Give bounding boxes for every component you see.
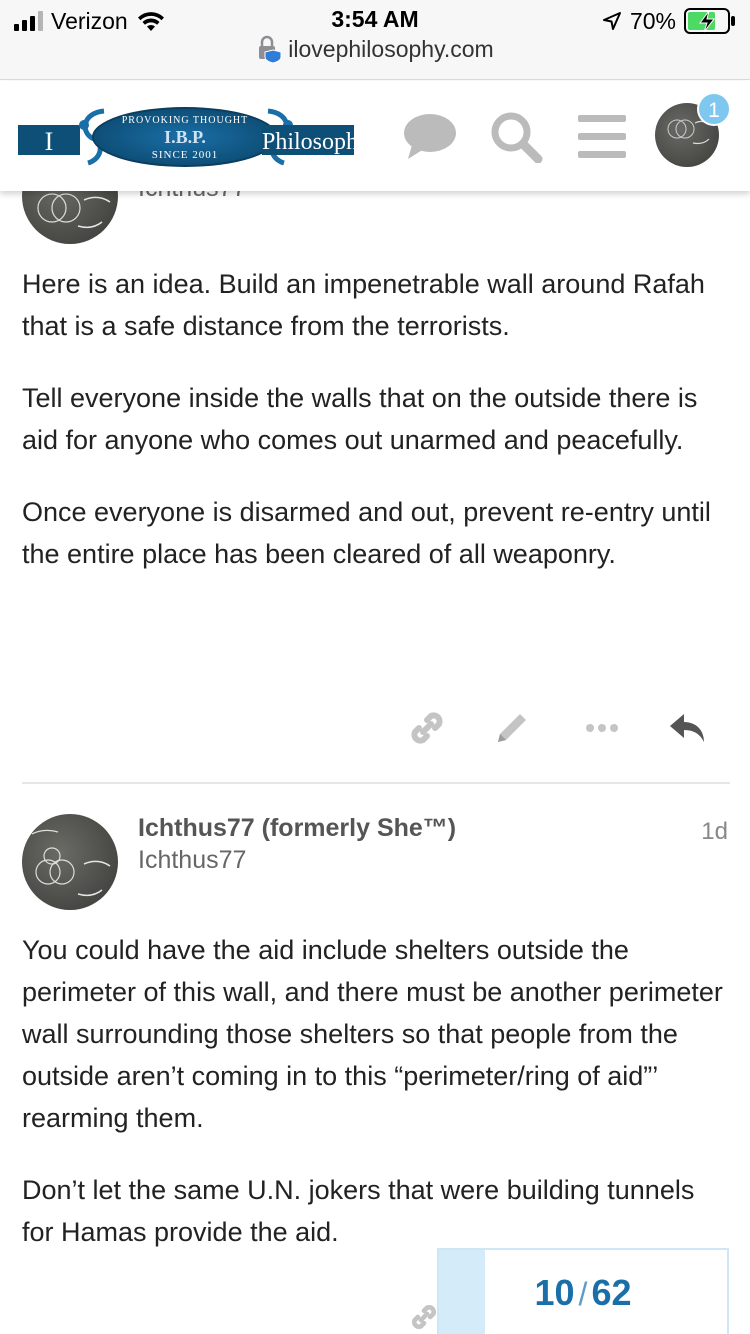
url-text: ilovephilosophy.com (288, 35, 494, 62)
edit-icon[interactable] (490, 706, 534, 750)
poster-display-name[interactable]: Ichthus77 (formerly She™) (138, 814, 456, 843)
status-bar: Verizon 3:54 AM 70% ilovephilosophy.com (0, 0, 750, 80)
progress-counter: 10/62 (439, 1272, 727, 1314)
post-paragraph: Tell everyone inside the walls that on t… (22, 383, 698, 455)
battery-charging-icon (684, 8, 735, 34)
notification-badge[interactable]: 1 (697, 92, 731, 126)
avatar[interactable] (22, 814, 118, 910)
hamburger-menu-icon[interactable] (574, 111, 630, 163)
logo-since: SINCE 2001 (151, 149, 219, 161)
post-paragraph: Don’t let the same U.N. jokers that were… (22, 1175, 695, 1247)
reply-icon[interactable] (666, 706, 710, 750)
chat-icon[interactable] (402, 111, 458, 163)
logo-emblem: PROVOKING THOUGHT I.B.P. SINCE 2001 (92, 107, 278, 167)
post-body: You could have the aid include shelters … (22, 929, 732, 1283)
more-icon[interactable] (580, 706, 624, 750)
logo-tagline: PROVOKING THOUGHT (121, 115, 249, 126)
link-icon[interactable] (405, 706, 449, 750)
location-arrow-icon (602, 12, 621, 30)
site-header: I Love PROVOKING THOUGHT I.B.P. SINCE 20… (0, 81, 750, 191)
logo-right-banner: Philosophy (262, 125, 370, 155)
chalkboard-avatar-icon (31, 829, 111, 897)
status-right: 70% (602, 6, 736, 36)
search-icon[interactable] (488, 111, 544, 163)
topic-progress[interactable]: 10/62 (437, 1248, 729, 1334)
previous-post-body: Here is an idea. Build an impenetrable w… (22, 263, 732, 605)
post-paragraph: You could have the aid include shelters … (22, 935, 723, 1133)
address-bar[interactable]: ilovephilosophy.com (0, 34, 750, 64)
progress-total: 62 (591, 1272, 632, 1313)
secure-lock-icon (259, 35, 282, 63)
post-date[interactable]: 1d (701, 818, 728, 846)
poster-username[interactable]: Ichthus77 (138, 846, 246, 875)
post-paragraph: Here is an idea. Build an impenetrable w… (22, 269, 705, 341)
progress-current: 10 (534, 1272, 575, 1313)
post-actions (0, 700, 750, 760)
site-logo[interactable]: I Love PROVOKING THOUGHT I.B.P. SINCE 20… (18, 103, 370, 186)
battery-percentage: 70% (629, 7, 676, 34)
progress-separator: / (578, 1276, 588, 1312)
logo-left-banner: I Love (18, 125, 80, 186)
post-divider (22, 782, 730, 784)
post-paragraph: Once everyone is disarmed and out, preve… (22, 497, 711, 569)
logo-monogram: I.B.P. (164, 127, 206, 147)
